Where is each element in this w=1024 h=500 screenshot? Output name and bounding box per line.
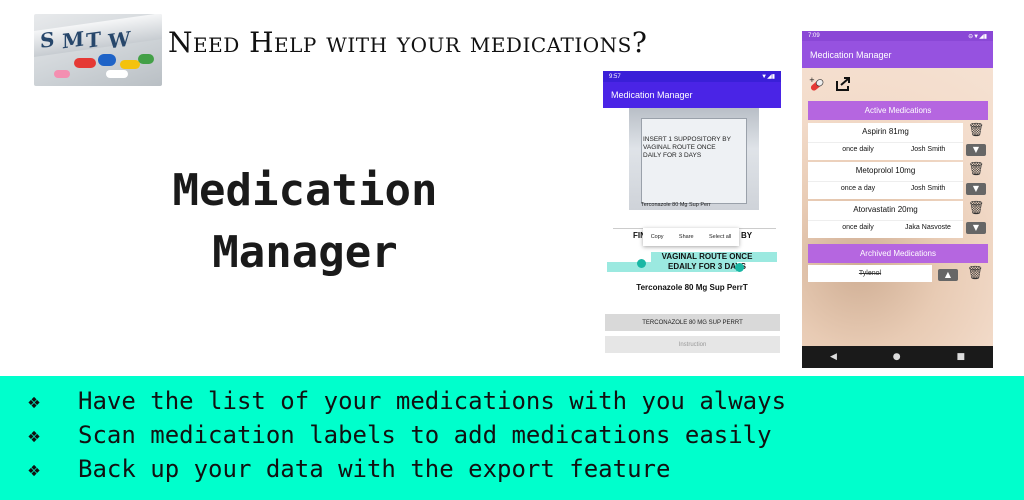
selected-text[interactable]: VAGINAL ROUTE ONCE EDAILY FOR 3 DAYS [607,252,777,272]
medication-doctor: Josh Smith [910,185,946,192]
scanned-label-photo: INSERT 1 SUPPOSITORY BY VAGINAL ROUTE ON… [629,108,759,210]
share-menu-item[interactable]: Share [679,234,694,240]
status-bar: 7:09 ⊖▼◢▮ [802,31,993,41]
app-title-heading: Medication Manager [150,160,460,284]
app-bar-title: Medication Manager [810,49,892,60]
title-line-1: Medication [172,165,438,216]
medication-frequency: once daily [842,146,874,153]
pillbox-letter: W [108,26,131,54]
status-time: 9:57 [609,73,621,80]
delete-trash-icon[interactable]: 🗑 [966,201,986,217]
recognized-text-field[interactable] [613,211,776,229]
delete-trash-icon[interactable]: 🗑 [966,162,986,178]
feature-text: Scan medication labels to add medication… [78,421,772,449]
medication-doctor: Jaka Nasvoste [905,224,951,231]
feature-band: ❖ Have the list of your medications with… [0,376,1024,500]
status-icons: ⊖▼◢▮ [968,33,987,40]
pill [138,54,154,64]
pillbox-letter: T [86,26,101,54]
delete-trash-icon[interactable]: 🗑 [965,266,985,282]
back-icon[interactable]: ◀ [830,352,837,362]
set-instruction-button[interactable]: Instruction [605,336,780,353]
phone-screenshot-list: 7:09 ⊖▼◢▮ Medication Manager + Active Me… [802,31,993,368]
selected-line-2: EDAILY FOR 3 DAYS [668,262,746,271]
pillbox-letter: M [62,26,85,54]
active-medications-header: Active Medications [808,101,988,120]
archived-medications-header: Archived Medications [808,244,988,263]
diamond-bullet-icon: ❖ [28,389,41,413]
selection-start-handle[interactable] [637,259,646,268]
delete-trash-icon[interactable]: 🗑 [966,123,986,139]
title-line-2: Manager [212,227,398,278]
medication-name: Aspirin 81mg [862,127,909,136]
medication-name: Atorvastatin 20mg [853,205,918,214]
toolbar: + [808,75,852,93]
text-context-menu: Copy Share Select all [643,228,739,246]
recognized-medication-text: Terconazole 80 Mg Sup PerrT [636,283,748,292]
feature-item: ❖ Scan medication labels to add medicati… [28,418,1024,452]
label-text: INSERT 1 SUPPOSITORY BY VAGINAL ROUTE ON… [643,136,731,159]
divider [808,220,963,221]
pill [54,70,70,78]
recents-icon[interactable]: ■ [957,352,966,362]
feature-text: Back up your data with the export featur… [78,455,671,483]
medication-frequency: once daily [842,224,874,231]
tagline: Need Help with your medications? [168,26,648,59]
status-bar: 9:57 ▼◢▮ [603,71,781,82]
set-medication-button[interactable]: TERCONAZOLE 80 MG SUP PERRT [605,314,780,331]
android-nav-bar: ◀ ● ■ [802,346,993,368]
diamond-bullet-icon: ❖ [28,423,41,447]
status-icons: ▼◢▮ [761,74,775,80]
medication-doctor: Josh Smith [910,146,946,153]
pill [98,54,116,66]
pill [106,70,128,78]
phone-screenshot-scan: 9:57 ▼◢▮ Medication Manager INSERT 1 SUP… [603,71,781,359]
archive-down-icon[interactable]: ▼ [966,144,986,156]
status-time: 7:09 [808,33,820,39]
selection-end-handle[interactable] [735,263,744,272]
home-icon[interactable]: ● [893,352,901,362]
select-all-menu-item[interactable]: Select all [709,234,731,240]
medication-name: Metoprolol 10mg [855,166,916,175]
restore-up-icon[interactable]: ▲ [938,269,958,281]
archive-down-icon[interactable]: ▼ [966,222,986,234]
label-bottom-text: Terconazole 80 Mg Sup Perr [641,202,711,208]
svg-text:+: + [809,76,815,84]
pill [74,58,96,68]
medication-card[interactable]: Atorvastatin 20mg once daily Jaka Nasvos… [808,201,963,238]
medication-card[interactable]: Aspirin 81mg once daily Josh Smith [808,123,963,160]
export-icon[interactable] [834,75,852,93]
copy-menu-item[interactable]: Copy [651,234,664,240]
archived-medication-item[interactable]: Tylenol [808,265,932,282]
app-bar: Medication Manager [802,41,993,68]
feature-item: ❖ Have the list of your medications with… [28,384,1024,418]
diamond-bullet-icon: ❖ [28,457,41,481]
text-fragment: BY [741,231,753,240]
archive-down-icon[interactable]: ▼ [966,183,986,195]
selected-line-1: VAGINAL ROUTE ONCE [661,252,753,261]
feature-text: Have the list of your medications with y… [78,387,787,415]
divider [808,142,963,143]
archived-medication-name: Tylenol [858,270,882,277]
pillbox-letter: S [40,26,55,54]
medication-card[interactable]: Metoprolol 10mg once a day Josh Smith [808,162,963,199]
app-bar-title: Medication Manager [611,90,693,100]
divider [808,181,963,182]
medication-frequency: once a day [840,185,876,192]
selected-text-content: VAGINAL ROUTE ONCE EDAILY FOR 3 DAYS [647,252,767,272]
feature-item: ❖ Back up your data with the export feat… [28,452,1024,486]
app-bar: Medication Manager [603,82,781,108]
add-medication-icon[interactable]: + [808,75,826,93]
label-sticker [641,118,747,204]
pill [120,60,140,69]
pill-organizer-image: S M T W [34,14,162,86]
